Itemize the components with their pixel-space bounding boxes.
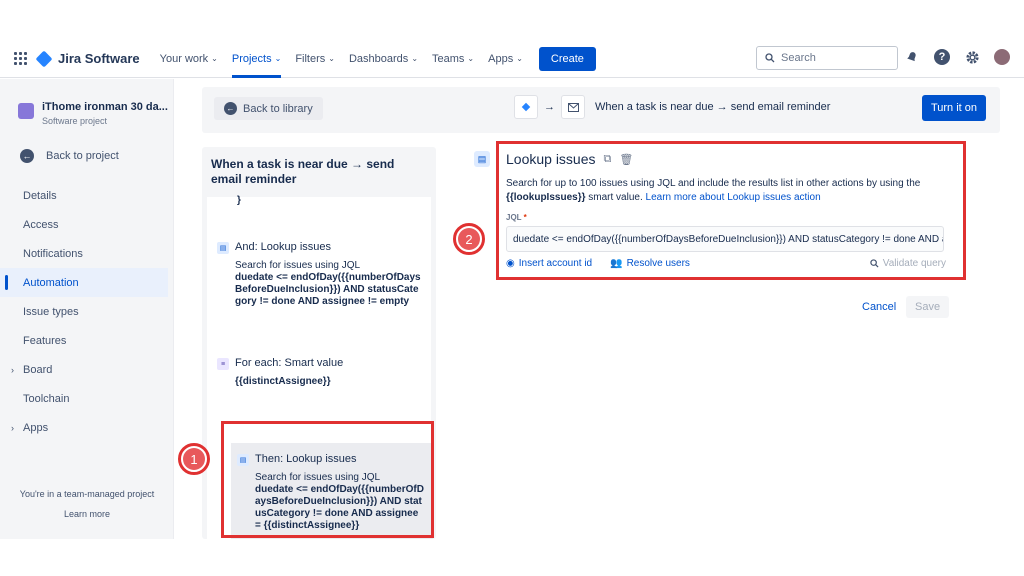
app-name: Jira Software xyxy=(58,51,140,66)
chevron-down-icon: ⌄ xyxy=(516,54,523,63)
search-input[interactable]: Search xyxy=(756,46,898,70)
settings-gear-icon[interactable] xyxy=(964,49,980,65)
chevron-down-icon: ⌄ xyxy=(211,54,218,63)
lookup-action-icon: ▤ xyxy=(217,242,229,254)
sidebar-item-details[interactable]: Details xyxy=(0,181,174,210)
highlight-box-1 xyxy=(221,421,434,538)
app-switcher-icon[interactable] xyxy=(14,51,28,66)
sidebar-item-label: Apps xyxy=(23,421,49,434)
highlight-box-2 xyxy=(496,141,966,280)
sidebar-item-label: Issue types xyxy=(23,305,79,318)
project-header[interactable]: iThome ironman 30 da... Software project xyxy=(18,101,168,126)
sidebar-item-apps[interactable]: › Apps xyxy=(0,413,174,442)
jira-logo-icon xyxy=(35,50,53,67)
back-to-project-label: Back to project xyxy=(46,150,119,162)
email-icon xyxy=(561,95,585,119)
nav-label: Teams xyxy=(432,52,465,65)
nav-dashboards[interactable]: Dashboards ⌄ xyxy=(349,40,418,78)
nav-your-work[interactable]: Your work ⌄ xyxy=(160,40,218,78)
rule-title: When a task is near due → send email rem… xyxy=(211,157,395,186)
sidebar-item-issue-types[interactable]: Issue types xyxy=(0,297,174,326)
lookup-action-icon: ▤ xyxy=(474,151,490,167)
badge-number: 1 xyxy=(183,448,205,470)
rule-step-and-lookup[interactable]: ▤ And: Lookup issues Search for issues u… xyxy=(217,241,422,308)
truncated-text: } xyxy=(237,195,241,206)
chevron-right-icon: › xyxy=(11,422,14,433)
team-managed-note: You're in a team-managed project xyxy=(19,489,155,499)
arrow-right-icon: → xyxy=(544,101,555,113)
rule-step-for-each[interactable]: ≡ For each: Smart value {{distinctAssign… xyxy=(217,357,422,388)
arrow-left-icon: ← xyxy=(224,102,237,115)
notifications-icon[interactable] xyxy=(904,49,920,65)
main-nav: Your work ⌄ Projects ⌄ Filters ⌄ Dashboards… xyxy=(160,40,596,78)
sidebar-item-label: Features xyxy=(23,334,67,347)
sidebar-item-label: Automation xyxy=(23,276,79,289)
turn-it-on-button[interactable]: Turn it on xyxy=(921,95,986,121)
search-icon xyxy=(765,53,775,63)
step-title: For each: Smart value xyxy=(235,357,344,369)
help-icon[interactable]: ? xyxy=(934,49,950,65)
sidebar-item-label: Board xyxy=(23,363,53,376)
rule-header-bar: ← Back to library → When a task is near … xyxy=(202,87,1000,133)
sidebar-item-automation[interactable]: Automation xyxy=(0,268,168,297)
step-desc: Search for issues using JQL xyxy=(235,260,361,271)
back-to-library-label: Back to library xyxy=(243,102,313,115)
nav-label: Dashboards xyxy=(348,52,409,65)
sidebar-item-board[interactable]: › Board xyxy=(0,355,174,384)
sidebar-item-label: Toolchain xyxy=(23,392,70,405)
back-to-library-button[interactable]: ← Back to library xyxy=(214,97,323,120)
sidebar-item-label: Access xyxy=(23,218,59,231)
sidebar-item-label: Notifications xyxy=(23,247,83,260)
sidebar-item-access[interactable]: Access xyxy=(0,210,174,239)
rule-flow-summary: → When a task is near due → send email r… xyxy=(514,95,830,119)
learn-more-link[interactable]: Learn more xyxy=(0,509,174,519)
annotation-badge-1: 1 xyxy=(178,443,210,475)
chevron-down-icon: ⌄ xyxy=(411,54,419,63)
step-jql: {{distinctAssignee}} xyxy=(235,376,331,387)
sidebar-item-notifications[interactable]: Notifications xyxy=(0,239,174,268)
chevron-right-icon: › xyxy=(11,364,14,375)
jira-logo[interactable]: Jira Software xyxy=(35,50,140,67)
nav-teams[interactable]: Teams ⌄ xyxy=(432,40,474,78)
sidebar-item-toolchain[interactable]: Toolchain xyxy=(0,384,174,413)
jira-trigger-icon xyxy=(514,95,538,119)
arrow-left-icon: ← xyxy=(20,149,34,163)
badge-number: 2 xyxy=(458,228,480,250)
project-name: iThome ironman 30 da... xyxy=(42,101,168,113)
nav-label: Filters xyxy=(295,52,326,65)
top-navigation: Jira Software Your work ⌄ Projects ⌄ Filte… xyxy=(0,40,1024,78)
chevron-down-icon: ⌄ xyxy=(328,54,335,63)
search-placeholder: Search xyxy=(781,52,816,64)
nav-projects[interactable]: Projects ⌄ xyxy=(231,40,282,78)
cancel-button[interactable]: Cancel xyxy=(862,301,896,313)
sidebar-menu: Details Access Notifications Automation … xyxy=(0,181,174,442)
nav-label: Apps xyxy=(488,52,514,65)
branch-icon: ≡ xyxy=(217,358,229,370)
nav-filters[interactable]: Filters ⌄ xyxy=(295,40,335,78)
chevron-down-icon: ⌄ xyxy=(467,54,475,63)
step-jql: duedate <= endOfDay({{numberOfDaysBefore… xyxy=(235,272,421,307)
save-button[interactable]: Save xyxy=(906,296,950,318)
step-title: And: Lookup issues xyxy=(235,241,332,253)
project-avatar-icon xyxy=(18,103,34,119)
create-button[interactable]: Create xyxy=(538,46,596,71)
project-type: Software project xyxy=(42,116,108,126)
sidebar-item-features[interactable]: Features xyxy=(0,326,174,355)
chevron-down-icon: ⌄ xyxy=(274,54,282,63)
nav-apps[interactable]: Apps ⌄ xyxy=(488,40,523,78)
user-avatar[interactable] xyxy=(994,49,1010,65)
sidebar-item-label: Details xyxy=(23,189,57,202)
annotation-badge-2: 2 xyxy=(453,223,485,255)
back-to-project-link[interactable]: ← Back to project xyxy=(20,149,119,163)
project-sidebar: iThome ironman 30 da... Software project… xyxy=(0,79,174,539)
nav-label: Your work xyxy=(159,52,209,65)
nav-label: Projects xyxy=(231,52,272,65)
top-icons: ? xyxy=(904,49,1010,65)
rule-flow-text: When a task is near due → send email rem… xyxy=(595,101,831,113)
